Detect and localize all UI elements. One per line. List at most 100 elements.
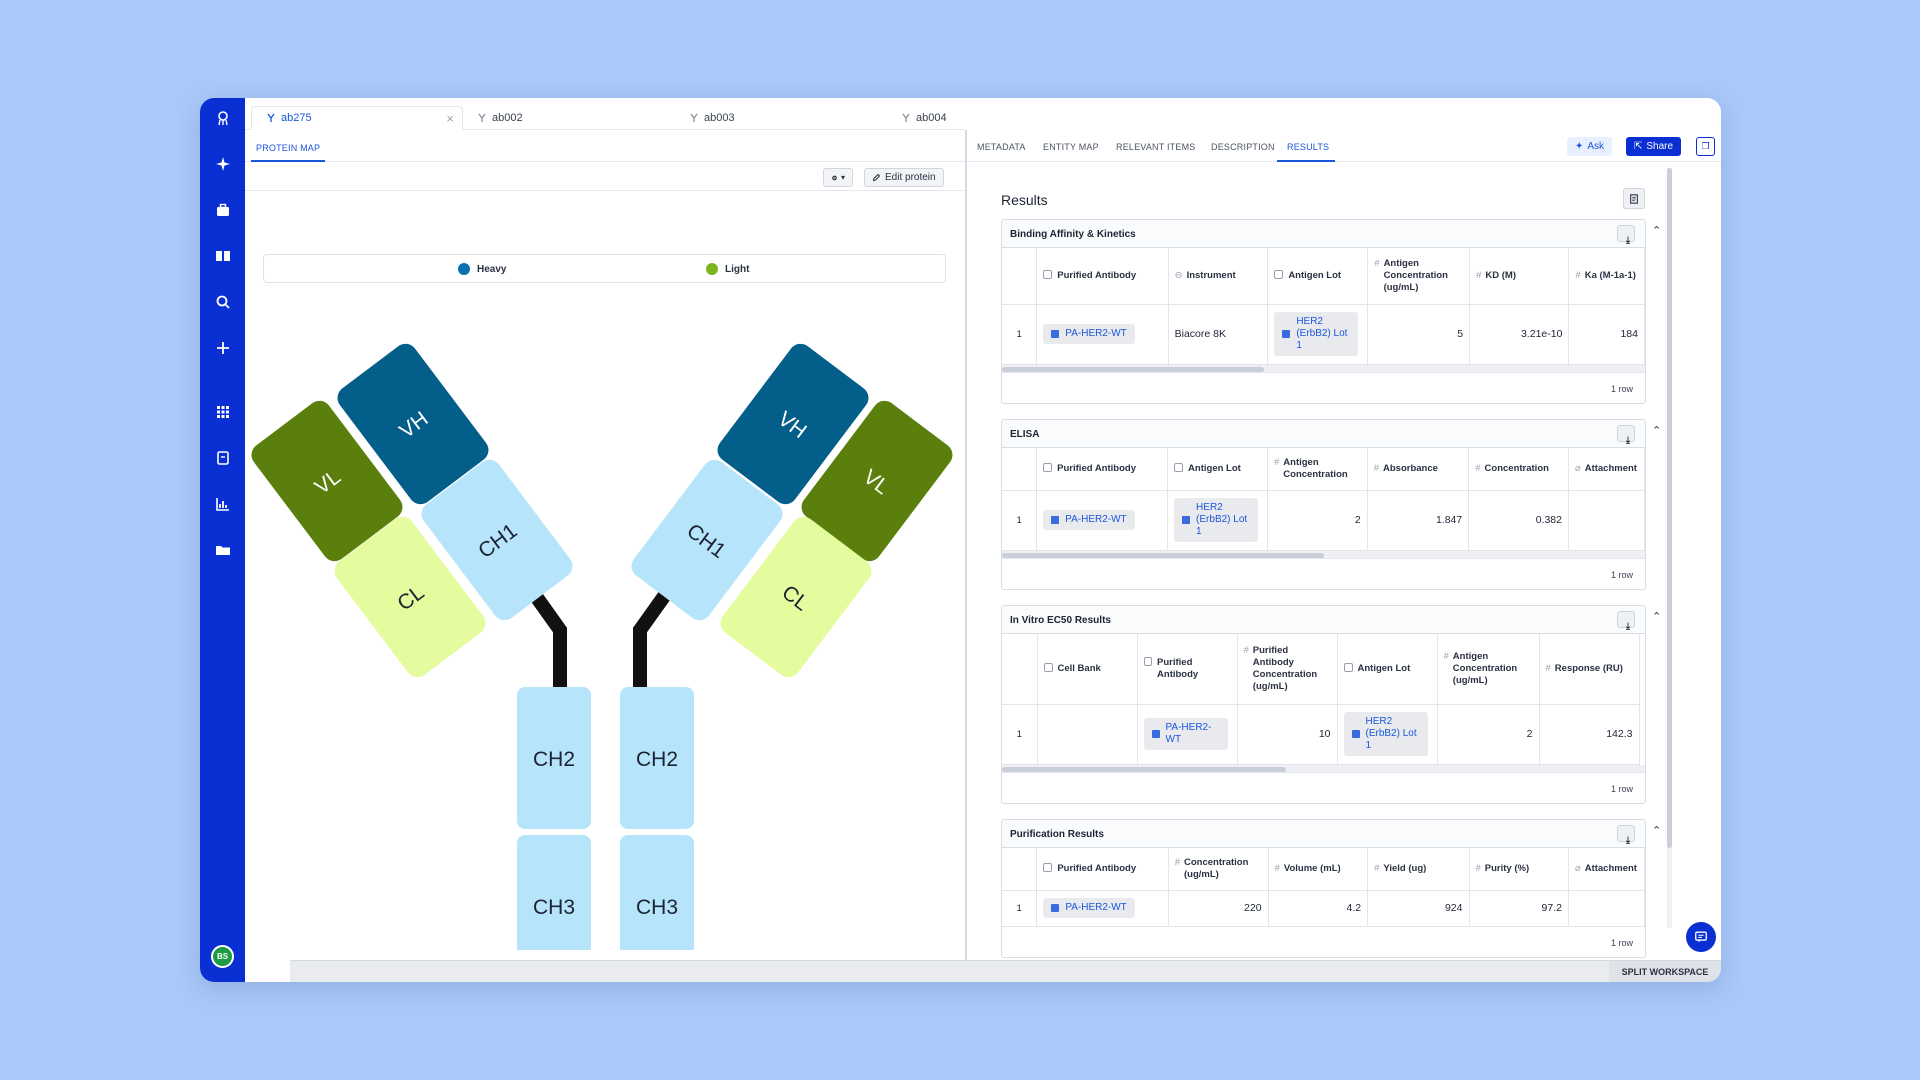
- download-button[interactable]: ⤓: [1617, 225, 1635, 245]
- entity-link[interactable]: HER2 (ErbB2) Lot 1: [1343, 712, 1428, 756]
- close-icon[interactable]: ×: [446, 112, 454, 125]
- horizontal-scrollbar[interactable]: [1002, 764, 1645, 773]
- plus-icon[interactable]: [200, 336, 245, 360]
- cell-volume: 4.2: [1268, 890, 1369, 927]
- tab-metadata[interactable]: METADATA: [977, 142, 1026, 152]
- header-antibody-concentration[interactable]: # Purified Antibody Concentration (ug/mL): [1237, 634, 1338, 705]
- header-index: [1002, 248, 1038, 305]
- entity-link[interactable]: HER2 (ErbB2) Lot 1: [1174, 498, 1259, 542]
- header-purified-antibody[interactable]: Purified Antibody: [1036, 848, 1169, 891]
- entity-link[interactable]: PA-HER2-WT: [1043, 510, 1135, 530]
- header-attachment[interactable]: ⌀ Attachment: [1568, 448, 1645, 491]
- header-yield[interactable]: # Yield (ug): [1367, 848, 1470, 891]
- tab-ab275[interactable]: ab275 ×: [251, 106, 463, 130]
- book-icon[interactable]: [200, 244, 245, 268]
- search-icon[interactable]: [200, 290, 245, 314]
- download-button[interactable]: ⤓: [1617, 425, 1635, 445]
- domain-ch2-left[interactable]: CH2: [517, 687, 591, 829]
- collapse-chevron-icon[interactable]: ⌃: [1652, 224, 1661, 237]
- edit-protein-button[interactable]: Edit protein: [864, 168, 944, 187]
- cell-antigen-lot: HER2 (ErbB2) Lot 1: [1267, 304, 1369, 365]
- collapse-chevron-icon[interactable]: ⌃: [1652, 610, 1661, 623]
- collapse-chevron-icon[interactable]: ⌃: [1652, 824, 1661, 837]
- hinge-left: [529, 590, 567, 690]
- header-purified-antibody[interactable]: Purified Antibody: [1036, 448, 1169, 491]
- antibody-icon: [690, 113, 698, 122]
- header-antigen-lot[interactable]: Antigen Lot: [1167, 448, 1268, 491]
- svg-text:CH2: CH2: [533, 748, 575, 771]
- header-instrument[interactable]: ⊖ Instrument: [1168, 248, 1269, 305]
- copy-button[interactable]: ❐: [1696, 137, 1715, 156]
- entity-link[interactable]: PA-HER2-WT: [1043, 898, 1135, 918]
- entity-icon: [1051, 330, 1060, 338]
- entity-tabs: ab275 × ab002 ab003 ab004: [245, 98, 965, 130]
- share-button[interactable]: ⇱ Share: [1626, 137, 1682, 156]
- header-antigen-concentration[interactable]: # Antigen Concentration (ug/mL): [1367, 248, 1471, 305]
- domain-ch3-right[interactable]: CH3: [620, 835, 694, 950]
- entity-icon: [1274, 269, 1284, 279]
- header-purified-antibody[interactable]: Purified Antibody: [1036, 248, 1169, 305]
- tab-ab002[interactable]: ab002: [463, 106, 675, 130]
- hash-icon: #: [1475, 462, 1481, 474]
- entity-icon: [1351, 730, 1360, 738]
- table-row[interactable]: 1 PA-HER2-WT 220 4.2 924 97.2: [1002, 890, 1645, 927]
- horizontal-scrollbar[interactable]: [1002, 364, 1645, 373]
- header-antigen-concentration[interactable]: # Antigen Concentration (ug/mL): [1437, 634, 1540, 705]
- folder-icon[interactable]: [200, 538, 245, 562]
- tab-relevant-items[interactable]: RELEVANT ITEMS: [1116, 142, 1196, 152]
- header-volume[interactable]: # Volume (mL): [1268, 848, 1369, 891]
- header-antigen-concentration[interactable]: # Antigen Concentration: [1267, 448, 1368, 491]
- report-button[interactable]: [1623, 188, 1645, 209]
- clipboard-icon[interactable]: [200, 446, 245, 470]
- header-concentration[interactable]: # Concentration (ug/mL): [1168, 848, 1269, 891]
- table-row[interactable]: 1 PA-HER2-WT Biacore 8K HER2 (ErbB2) Lot…: [1002, 304, 1645, 365]
- tab-entity-map[interactable]: ENTITY MAP: [1043, 142, 1099, 152]
- cell-kd: 3.21e-10: [1469, 304, 1570, 365]
- table-row[interactable]: 1 PA-HER2-WT 10 HER2 (ErbB2) Lot 1 2 142…: [1002, 704, 1640, 765]
- logo-icon[interactable]: [200, 106, 245, 130]
- collapse-chevron-icon[interactable]: ⌃: [1652, 424, 1661, 437]
- header-absorbance[interactable]: # Absorbance: [1367, 448, 1470, 491]
- binding-affinity-card: Binding Affinity & Kinetics ⤓ Purified A…: [1001, 219, 1646, 404]
- header-kd[interactable]: # KD (M): [1469, 248, 1570, 305]
- sparkle-icon[interactable]: [200, 152, 245, 176]
- chat-button[interactable]: [1686, 922, 1716, 952]
- briefcase-icon[interactable]: [200, 198, 245, 222]
- header-purity[interactable]: # Purity (%): [1469, 848, 1569, 891]
- download-button[interactable]: ⤓: [1617, 825, 1635, 845]
- active-tab-underline: [251, 160, 325, 162]
- header-antigen-lot[interactable]: Antigen Lot: [1337, 634, 1438, 705]
- header-purified-antibody[interactable]: Purified Antibody: [1137, 634, 1238, 705]
- domain-ch2-right[interactable]: CH2: [620, 687, 694, 829]
- header-cell-bank[interactable]: Cell Bank: [1037, 634, 1138, 705]
- header-response[interactable]: # Response (RU): [1539, 634, 1640, 705]
- hash-icon: #: [1575, 269, 1581, 281]
- download-button[interactable]: ⤓: [1617, 611, 1635, 631]
- vertical-scrollbar[interactable]: [1667, 168, 1672, 928]
- split-workspace-button[interactable]: SPLIT WORKSPACE: [1609, 961, 1721, 982]
- card-header: In Vitro EC50 Results ⤓: [1002, 606, 1645, 634]
- table-row[interactable]: 1 PA-HER2-WT HER2 (ErbB2) Lot 1 2 1.847 …: [1002, 490, 1645, 551]
- settings-dropdown[interactable]: ▾: [823, 168, 853, 187]
- paperclip-icon: ⌀: [1574, 862, 1581, 874]
- cell-response: 142.3: [1539, 704, 1640, 765]
- tab-description[interactable]: DESCRIPTION: [1211, 142, 1275, 152]
- tab-results[interactable]: RESULTS: [1287, 142, 1329, 152]
- chart-icon[interactable]: [200, 492, 245, 516]
- horizontal-scrollbar[interactable]: [1002, 550, 1645, 559]
- ask-button[interactable]: ✦ Ask: [1567, 137, 1613, 156]
- tab-protein-map[interactable]: PROTEIN MAP: [256, 143, 320, 153]
- header-attachment[interactable]: ⌀ Attachment: [1568, 848, 1645, 891]
- apps-grid-icon[interactable]: [200, 400, 245, 424]
- entity-link[interactable]: PA-HER2-WT: [1043, 324, 1135, 344]
- tab-ab003[interactable]: ab003: [675, 106, 887, 130]
- entity-link[interactable]: PA-HER2-WT: [1143, 718, 1228, 750]
- tab-ab004[interactable]: ab004: [887, 106, 965, 130]
- header-ka[interactable]: # Ka (M-1a-1): [1568, 248, 1645, 305]
- header-concentration[interactable]: # Concentration: [1468, 448, 1569, 491]
- entity-link[interactable]: HER2 (ErbB2) Lot 1: [1274, 312, 1359, 356]
- header-antigen-lot[interactable]: Antigen Lot: [1267, 248, 1369, 305]
- user-avatar[interactable]: BS: [211, 945, 234, 968]
- domain-ch3-left[interactable]: CH3: [517, 835, 591, 950]
- cell-antibody: PA-HER2-WT: [1036, 304, 1169, 365]
